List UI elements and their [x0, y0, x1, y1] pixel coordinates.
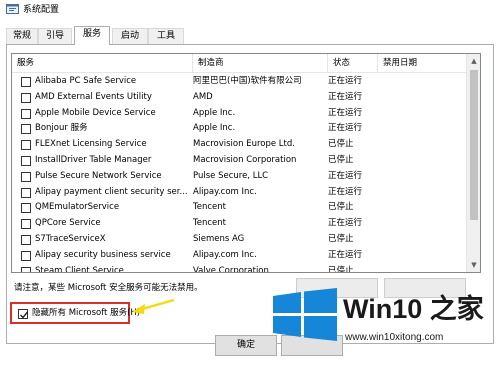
service-manufacturer: Apple Inc. — [193, 123, 236, 134]
service-checkbox[interactable] — [21, 203, 31, 214]
column-header-service[interactable]: 服务 — [12, 54, 193, 73]
vertical-scrollbar[interactable]: ▲ ▼ — [466, 54, 480, 272]
service-name: Alipay security business service — [35, 249, 171, 260]
service-name: Alipay payment client security ser... — [35, 186, 188, 197]
service-row[interactable]: Alipay security business service Alipay.c… — [12, 248, 467, 264]
window-title: 系统配置 — [23, 5, 60, 15]
service-manufacturer: Valve Corporation — [193, 265, 269, 272]
pointer-arrow-icon — [132, 298, 175, 314]
service-name: AMD External Events Utility — [35, 91, 152, 102]
service-checkbox[interactable] — [21, 187, 31, 198]
service-checkbox[interactable] — [21, 92, 31, 103]
windows-logo-icon — [273, 288, 337, 341]
service-row[interactable]: Apple Mobile Device Service Apple Inc. 正在运… — [12, 106, 467, 122]
service-rows: Alibaba PC Safe Service 阿里巴巴(中国)软件有限公司 正在运… — [12, 74, 467, 272]
service-name: FLEXnet Licensing Service — [35, 139, 147, 150]
service-manufacturer: Pulse Secure, LLC — [193, 170, 269, 181]
tab-tools[interactable]: 工具 — [148, 28, 184, 44]
tab-boot[interactable]: 引导 — [38, 28, 72, 44]
service-row[interactable]: QPCore Service Tencent 正在运行 — [12, 216, 467, 232]
service-checkbox[interactable] — [21, 250, 31, 261]
service-status: 正在运行 — [328, 186, 363, 197]
tab-general[interactable]: 常规 — [6, 28, 38, 44]
service-name: QPCore Service — [35, 218, 101, 229]
service-status: 正在运行 — [328, 107, 363, 118]
service-checkbox[interactable] — [21, 124, 31, 135]
title-bar: 系统配置 — [0, 0, 500, 20]
service-name: Pulse Secure Network Service — [35, 170, 162, 181]
service-manufacturer: Alipay.com Inc. — [193, 249, 257, 260]
service-row[interactable]: Alipay payment client security ser... Ali… — [12, 185, 467, 201]
service-status: 正在运行 — [328, 218, 363, 229]
service-checkbox[interactable] — [21, 219, 31, 230]
watermark-url: www.win10xitong.com — [345, 332, 444, 343]
services-list[interactable]: 服务 制造商 状态 禁用日期 Alibaba PC Safe Service 阿里… — [11, 53, 481, 273]
hide-ms-services-checkbox[interactable] — [18, 309, 29, 319]
service-manufacturer: Macrovision Corporation — [193, 154, 297, 165]
service-row[interactable]: Alibaba PC Safe Service 阿里巴巴(中国)软件有限公司 正在运… — [12, 74, 467, 90]
service-name: S7TraceServiceX — [35, 233, 106, 244]
service-manufacturer: Apple Inc. — [193, 107, 236, 118]
service-name: Alibaba PC Safe Service — [35, 76, 137, 86]
service-name: Apple Mobile Device Service — [35, 107, 156, 118]
msconfig-app-icon — [6, 4, 19, 14]
service-status: 已停止 — [328, 233, 354, 244]
watermark: Win10 之家 www.win10xitong.com — [265, 284, 500, 366]
service-checkbox[interactable] — [21, 140, 31, 151]
column-header-status[interactable]: 状态 — [328, 54, 378, 73]
service-manufacturer: Tencent — [193, 202, 226, 213]
service-name: Bonjour 服务 — [35, 123, 88, 134]
service-row[interactable]: S7TraceServiceX Siemens AG 已停止 — [12, 232, 467, 248]
service-row[interactable]: Pulse Secure Network Service Pulse Secure… — [12, 169, 467, 185]
service-manufacturer: Alipay.com Inc. — [193, 186, 257, 197]
service-row[interactable]: Bonjour 服务 Apple Inc. 正在运行 — [12, 121, 467, 137]
service-checkbox[interactable] — [21, 266, 31, 272]
service-manufacturer: Macrovision Europe Ltd. — [193, 139, 295, 150]
column-header-disabled-date[interactable]: 禁用日期 — [378, 54, 467, 73]
service-checkbox[interactable] — [21, 171, 31, 182]
column-header-manufacturer[interactable]: 制造商 — [193, 54, 328, 73]
service-row[interactable]: FLEXnet Licensing Service Macrovision Eur… — [12, 137, 467, 153]
service-row[interactable]: Steam Client Service Valve Corporation 已停止 — [12, 264, 467, 272]
service-row[interactable]: QMEmulatorService Tencent 已停止 — [12, 200, 467, 216]
service-name: Steam Client Service — [35, 265, 124, 272]
service-status: 正在运行 — [328, 123, 363, 134]
list-header: 服务 制造商 状态 禁用日期 — [12, 54, 480, 73]
tab-strip: 常规 引导 服务 启动 工具 — [6, 26, 496, 45]
service-checkbox[interactable] — [21, 155, 31, 166]
scroll-up-icon[interactable]: ▲ — [467, 54, 480, 68]
tab-startup[interactable]: 启动 — [112, 28, 148, 44]
service-status: 正在运行 — [328, 249, 363, 260]
scroll-down-icon[interactable]: ▼ — [467, 258, 480, 272]
service-name: QMEmulatorService — [35, 202, 120, 213]
service-status: 正在运行 — [328, 76, 363, 86]
service-manufacturer: 阿里巴巴(中国)软件有限公司 — [193, 76, 302, 86]
service-status: 正在运行 — [328, 170, 363, 181]
service-manufacturer: AMD — [193, 91, 213, 102]
service-status: 已停止 — [328, 265, 354, 272]
service-status: 已停止 — [328, 202, 354, 213]
service-status: 已停止 — [328, 139, 354, 150]
checkmark-icon — [20, 311, 29, 319]
scrollbar-thumb[interactable] — [470, 70, 478, 220]
notice-text: 请注意，某些 Microsoft 安全服务可能无法禁用。 — [14, 283, 203, 293]
service-row[interactable]: AMD External Events Utility AMD 正在运行 — [12, 90, 467, 106]
service-checkbox[interactable] — [21, 234, 31, 245]
service-checkbox[interactable] — [21, 77, 31, 87]
service-status: 正在运行 — [328, 91, 363, 102]
service-row[interactable]: InstallDriver Table Manager Macrovision C… — [12, 153, 467, 169]
tab-services[interactable]: 服务 — [74, 26, 110, 45]
service-manufacturer: Siemens AG — [193, 233, 245, 244]
service-checkbox[interactable] — [21, 108, 31, 119]
service-name: InstallDriver Table Manager — [35, 154, 152, 165]
watermark-title: Win10 之家 — [343, 294, 484, 324]
service-status: 已停止 — [328, 154, 354, 165]
hide-ms-services-label: 隐藏所有 Microsoft 服务(H) — [32, 308, 141, 318]
service-manufacturer: Tencent — [193, 218, 226, 229]
